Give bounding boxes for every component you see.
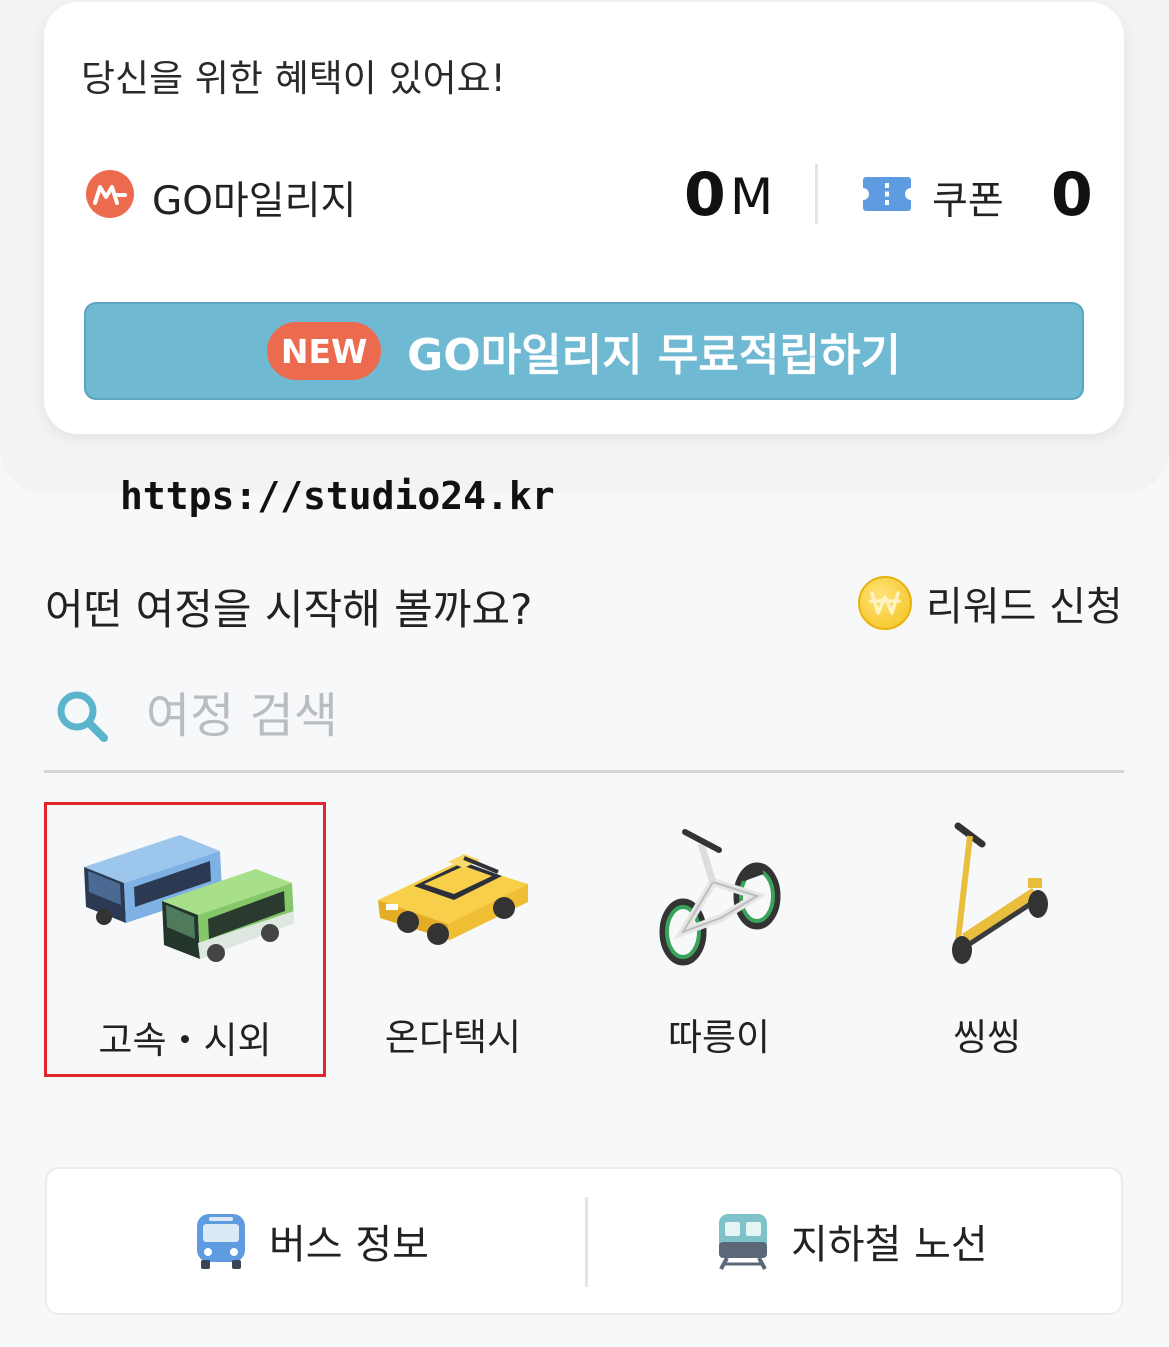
bus-icon xyxy=(84,835,294,962)
journey-title: 어떤 여정을 시작해 볼까요? xyxy=(45,585,533,634)
info-divider xyxy=(585,1197,588,1287)
search-icon[interactable] xyxy=(54,688,110,744)
ticket-icon xyxy=(863,177,911,211)
watermark-url: https://studio24.kr xyxy=(120,474,555,518)
transport-label: 씽씽 xyxy=(952,1016,1022,1059)
new-badge: NEW xyxy=(267,322,382,380)
bus-info-label: 버스 정보 xyxy=(269,1222,429,1268)
mileage-label[interactable]: GO마일리지 xyxy=(152,170,356,226)
mileage-earn-button[interactable]: NEW GO마일리지 무료적립하기 xyxy=(84,302,1084,400)
subway-route-label: 지하철 노선 xyxy=(791,1222,988,1268)
coupon-value: 0 xyxy=(1051,160,1093,230)
mileage-value: 0 xyxy=(684,160,726,230)
stats-divider xyxy=(815,164,818,224)
taxi-icon xyxy=(378,854,528,945)
coupon-label[interactable]: 쿠폰 xyxy=(932,170,1004,226)
info-bar: 버스 정보 지하철 노선 xyxy=(45,1167,1123,1315)
reward-label: 리워드 신청 xyxy=(926,584,1123,630)
subway-route-button[interactable]: 지하철 노선 xyxy=(717,1169,988,1313)
transport-bicycle[interactable]: 따릉이 xyxy=(578,802,860,1077)
transport-label: 온다택시 xyxy=(384,1016,522,1059)
benefits-card: 당신을 위한 혜택이 있어요! GO마일리지 0 M 쿠폰 0 NEW GO마일… xyxy=(44,2,1124,434)
bus-info-button[interactable]: 버스 정보 xyxy=(195,1169,429,1313)
transport-label: 고속・시외 xyxy=(98,1019,272,1062)
won-coin-icon xyxy=(858,576,912,630)
benefits-title: 당신을 위한 혜택이 있어요! xyxy=(81,57,506,100)
mileage-m-icon xyxy=(86,170,134,218)
reward-apply-button[interactable]: 리워드 신청 xyxy=(858,574,1123,632)
transport-express-bus[interactable]: 고속・시외 xyxy=(44,802,326,1077)
journey-search-input[interactable] xyxy=(144,678,748,754)
mileage-earn-label: GO마일리지 무료적립하기 xyxy=(407,330,901,381)
journey-search-bar xyxy=(44,660,1124,773)
bus-front-icon xyxy=(197,1214,245,1269)
mileage-unit: M xyxy=(730,168,774,226)
subway-icon xyxy=(719,1214,767,1270)
scooter-icon xyxy=(952,822,1048,964)
transport-taxi[interactable]: 온다택시 xyxy=(312,802,594,1077)
transport-scooter[interactable]: 씽씽 xyxy=(846,802,1128,1077)
bicycle-icon xyxy=(659,829,781,966)
transport-label: 따릉이 xyxy=(667,1016,771,1059)
